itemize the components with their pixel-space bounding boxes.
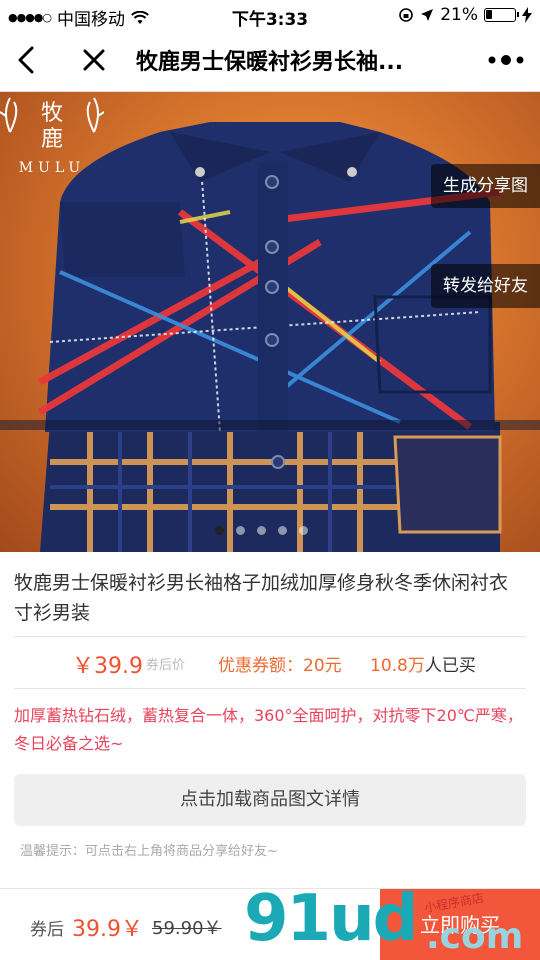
sold-suffix: 人已买 (424, 656, 476, 676)
location-icon (421, 9, 434, 21)
load-details-button[interactable]: 点击加载商品图文详情 (14, 774, 526, 826)
battery-percent: 21% (440, 5, 478, 25)
carousel-dot[interactable] (278, 526, 287, 535)
carousel-dot[interactable] (299, 526, 308, 535)
coupon-value: 20元 (303, 656, 342, 676)
carousel-dot[interactable] (215, 526, 224, 535)
share-tip: 温馨提示：可点击右上角将商品分享给好友~ (20, 844, 278, 859)
more-icon[interactable] (486, 48, 526, 72)
orientation-lock-icon (399, 8, 414, 22)
charging-icon (522, 7, 532, 23)
sold-number: 10.8万 (370, 656, 425, 676)
price-row: ￥39.9 券后价 优惠券额：20元 10.8万人已买 (0, 648, 540, 679)
buy-now-button[interactable]: 立即购买 (380, 889, 540, 960)
after-coupon-price: 39.9￥ (72, 917, 143, 942)
status-bar: ●●●●○ 中国移动 下午3:33 21% (0, 0, 540, 30)
back-icon[interactable] (10, 42, 46, 78)
product-title: 牧鹿男士保暖衬衫男长袖格子加绒加厚修身秋冬季休闲衬衣寸衫男装 (14, 572, 509, 624)
close-icon[interactable] (76, 42, 112, 78)
svg-text:MULU: MULU (19, 160, 85, 176)
coupon-label: 优惠券额： (218, 656, 303, 676)
after-coupon-label: 券后 (30, 920, 64, 940)
divider (14, 636, 526, 637)
brand-logo: 牧 鹿 MULU (0, 97, 104, 176)
coupon-price-label: 券后价 (146, 658, 186, 673)
coupon-amount: 优惠券额：20元 (218, 651, 342, 676)
product-image-carousel[interactable]: 牧 鹿 MULU 生成分享图 转发给好友 (0, 92, 540, 552)
battery-icon (484, 8, 519, 22)
bottom-bar: 券后 39.9￥ 59.90￥ 立即购买 (0, 888, 540, 960)
carousel-indicator (215, 526, 308, 535)
carousel-dot[interactable] (257, 526, 266, 535)
forward-to-friend-button[interactable]: 转发给好友 (431, 264, 540, 308)
page-title: 牧鹿男士保暖衬衫男长袖... (136, 50, 404, 75)
original-price: 59.90￥ (152, 918, 222, 939)
divider (14, 688, 526, 689)
generate-share-image-button[interactable]: 生成分享图 (431, 164, 540, 208)
svg-text:牧: 牧 (41, 101, 63, 126)
promo-text: 加厚蓄热钻石绒，蓄热复合一体，360°全面呵护，对抗零下20℃严寒，冬日必备之选… (14, 706, 523, 753)
nav-bar: 牧鹿男士保暖衬衫男长袖... (0, 30, 540, 92)
carousel-dot[interactable] (236, 526, 245, 535)
product-info: 牧鹿男士保暖衬衫男长袖格子加绒加厚修身秋冬季休闲衬衣寸衫男装 ￥39.9 券后价… (0, 552, 540, 888)
sold-count: 10.8万人已买 (370, 651, 476, 676)
svg-text:鹿: 鹿 (41, 127, 63, 152)
coupon-price: ￥39.9 (72, 654, 143, 679)
